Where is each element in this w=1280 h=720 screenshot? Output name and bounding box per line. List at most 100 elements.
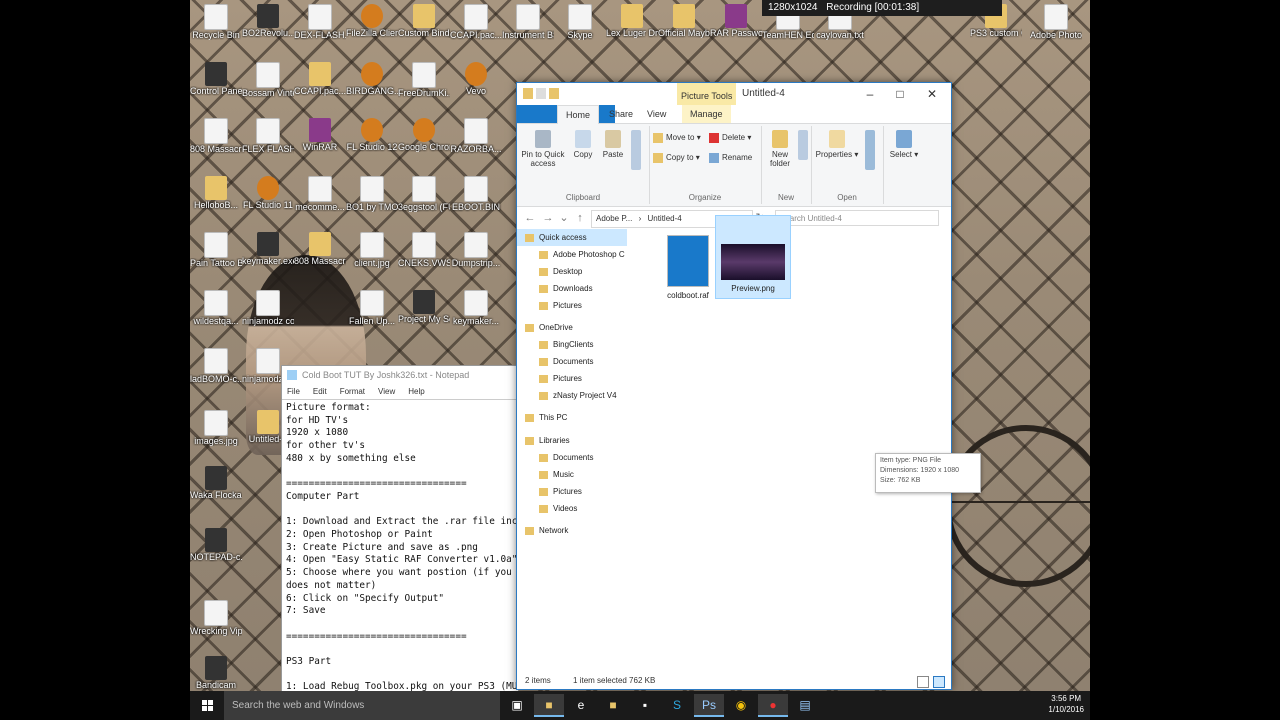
desktop-icon[interactable]: client.jpg: [346, 232, 398, 280]
minimize-button[interactable]: –: [855, 83, 885, 105]
menu-edit[interactable]: Edit: [313, 387, 327, 396]
properties-icon[interactable]: [536, 88, 546, 99]
desktop-icon[interactable]: DEX-FLASH...: [294, 4, 346, 52]
notepad-icon[interactable]: ▤: [790, 694, 820, 717]
file-explorer-window[interactable]: Picture Tools Untitled-4 – □ ✕ File Home…: [516, 82, 981, 690]
menu-help[interactable]: Help: [408, 387, 424, 396]
nav-item[interactable]: BingClients: [517, 336, 627, 353]
taskbar-search[interactable]: Search the web and Windows: [224, 691, 500, 720]
nav-item[interactable]: Downloads: [517, 280, 627, 297]
desktop-icon[interactable]: CNEKS.VWS: [398, 232, 450, 280]
nav-item[interactable]: zNasty Project V4: [517, 387, 627, 404]
desktop-icon[interactable]: FreeDrumKi... EVOL.BLE...: [398, 62, 450, 110]
details-view-icon[interactable]: [917, 676, 929, 688]
photoshop-icon[interactable]: Ps: [694, 694, 724, 717]
file-item-selected[interactable]: Preview.png: [715, 215, 791, 299]
desktop-icon[interactable]: Bossam Vinter: [242, 62, 294, 110]
nav-item[interactable]: This PC: [517, 409, 627, 426]
large-icons-view-icon[interactable]: [933, 676, 945, 688]
tab-home[interactable]: Home: [557, 105, 600, 125]
desktop-icon[interactable]: Adobe Photoshop...: [1030, 4, 1082, 52]
file-explorer-icon[interactable]: ■: [534, 694, 564, 717]
move-to-button[interactable]: Move to ▾: [653, 132, 701, 144]
menu-format[interactable]: Format: [340, 387, 365, 396]
nav-item[interactable]: Documents: [517, 449, 627, 466]
desktop-icon[interactable]: BIRDGANG...: [346, 62, 398, 110]
desktop-icon[interactable]: RAR Passwor...: [710, 4, 762, 52]
desktop-icon[interactable]: Lex Luger Drum Kit: [606, 4, 658, 52]
copy-button[interactable]: Copy: [569, 130, 597, 159]
desktop-icon[interactable]: HelloboB...: [190, 176, 242, 224]
desktop-icon[interactable]: wildestqa...: [190, 290, 242, 338]
desktop-icon[interactable]: BO2Revolu...: [242, 4, 294, 52]
desktop-icon[interactable]: RAZORBA...: [450, 118, 502, 166]
new-folder-button[interactable]: New folder: [765, 130, 795, 168]
path-segment[interactable]: Untitled-4: [647, 214, 681, 223]
path-segment[interactable]: Adobe P...: [596, 214, 632, 223]
tab-view[interactable]: View: [639, 105, 674, 123]
nav-item[interactable]: Quick access: [517, 229, 627, 246]
desktop-icon[interactable]: Pain Tattoo Bass-4th...: [190, 232, 242, 280]
delete-button[interactable]: Delete ▾: [709, 132, 751, 144]
cut-button[interactable]: [629, 130, 643, 172]
desktop-icon[interactable]: 808 Massacre KONTAKT EX...: [294, 232, 346, 280]
desktop-icon[interactable]: Control Panel: [190, 62, 242, 110]
desktop-icon[interactable]: FLEX FLASH: [242, 118, 294, 166]
desktop-icon[interactable]: Custom Bindpr D...: [398, 4, 450, 52]
desktop-icon[interactable]: Waka Flocka - Flockavel...: [190, 466, 242, 514]
skype-icon[interactable]: S: [662, 694, 692, 717]
desktop-icon[interactable]: keymaker...: [450, 290, 502, 338]
desktop-icon[interactable]: 808 Massacre 32bit: [190, 118, 242, 166]
desktop-icon[interactable]: ninjamodz coldboot t...: [242, 290, 294, 338]
nav-item[interactable]: Pictures: [517, 370, 627, 387]
forward-arrow-icon[interactable]: →: [541, 211, 555, 225]
desktop-icon[interactable]: Recycle Bin: [190, 4, 242, 52]
pin-quick-access-button[interactable]: Pin to Quick access: [521, 130, 565, 168]
notepad-text-area[interactable]: Picture format: for HD TV's 1920 x 1080 …: [282, 399, 518, 696]
desktop-icon[interactable]: EBOOT.BIN: [450, 176, 502, 224]
maximize-button[interactable]: □: [885, 83, 915, 105]
desktop-icon[interactable]: Dumpstrip...: [450, 232, 502, 280]
desktop-icon[interactable]: Instrument BSstrail: [502, 4, 554, 52]
new-folder-icon[interactable]: [549, 88, 559, 99]
desktop-icon[interactable]: Vevo: [450, 62, 502, 110]
nav-item[interactable]: Libraries: [517, 432, 627, 449]
copy-to-button[interactable]: Copy to ▾: [653, 152, 700, 164]
desktop-icon[interactable]: mecomme...: [294, 176, 346, 224]
tab-manage[interactable]: Manage: [682, 105, 731, 123]
close-button[interactable]: ✕: [917, 83, 947, 105]
rename-button[interactable]: Rename: [709, 152, 752, 164]
folder-icon[interactable]: ■: [598, 694, 628, 717]
quick-access-toolbar[interactable]: [523, 88, 583, 100]
desktop-icon[interactable]: Official Mayback...: [658, 4, 710, 52]
desktop-icon[interactable]: Project My Screen App: [398, 290, 450, 338]
desktop-icon[interactable]: FL Studio 12: [346, 118, 398, 166]
up-arrow-icon[interactable]: ↑: [573, 211, 587, 225]
desktop-icon[interactable]: Fallen Up...: [346, 290, 398, 338]
nav-item[interactable]: Pictures: [517, 297, 627, 314]
chrome-icon[interactable]: ◉: [726, 694, 756, 717]
desktop-icon[interactable]: CCAPI.pac...: [450, 4, 502, 52]
nav-item[interactable]: Documents: [517, 353, 627, 370]
desktop-icon[interactable]: NOTEPAD-c...: [190, 528, 242, 576]
desktop-icon[interactable]: keymaker.exe: [242, 232, 294, 280]
desktop-icon[interactable]: Wrecking Viper: [190, 600, 242, 648]
notepad-window[interactable]: Cold Boot TUT By Joshk326.txt - Notepad …: [281, 365, 519, 697]
clock[interactable]: 3:56 PM 1/10/2016: [1048, 693, 1084, 715]
desktop-icon[interactable]: FL Studio 11: [242, 176, 294, 224]
nav-item[interactable]: Adobe Photoshop C: [517, 246, 627, 263]
desktop-icon[interactable]: BO1 by TMODSGrood: [346, 176, 398, 224]
menu-view[interactable]: View: [378, 387, 395, 396]
properties-button[interactable]: Properties ▾: [815, 130, 859, 159]
tab-share[interactable]: Share: [601, 105, 641, 123]
menu-file[interactable]: File: [287, 387, 300, 396]
desktop-icon[interactable]: 3eggstool (FULL) BRO: [398, 176, 450, 224]
store-icon[interactable]: ▪: [630, 694, 660, 717]
desktop-icon[interactable]: WinRAR: [294, 118, 346, 166]
bandicam-icon[interactable]: ●: [758, 694, 788, 717]
desktop-icon[interactable]: ladBOMO-c...: [190, 348, 242, 396]
nav-item[interactable]: Pictures: [517, 483, 627, 500]
edge-icon[interactable]: e: [566, 694, 596, 717]
select-button[interactable]: Select ▾: [889, 130, 919, 159]
desktop-icon[interactable]: images.jpg: [190, 410, 242, 458]
